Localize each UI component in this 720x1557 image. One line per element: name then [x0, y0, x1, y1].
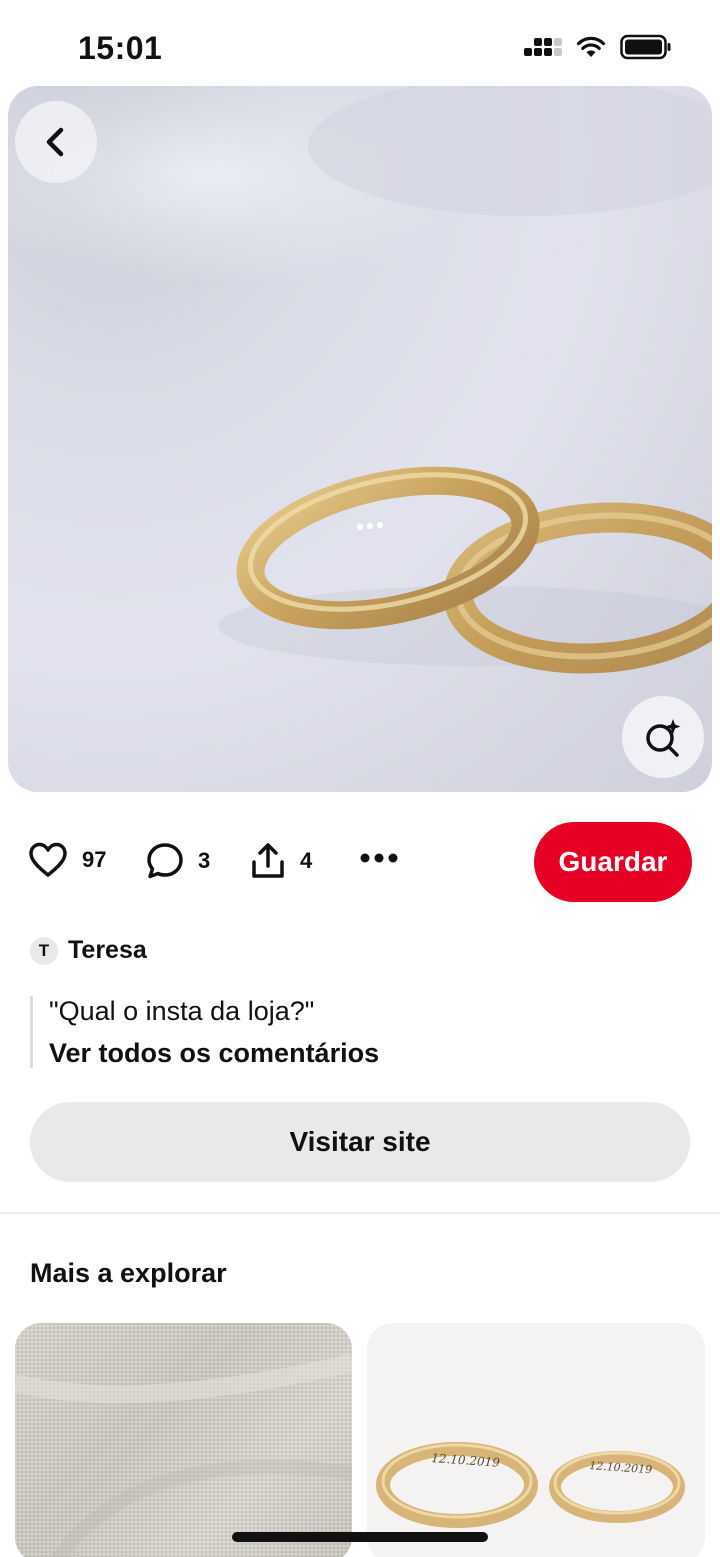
explore-card-rings[interactable]: 12.10.2019 12.10.2019	[367, 1323, 705, 1557]
status-icons	[524, 34, 672, 60]
battery-icon	[620, 34, 672, 60]
home-indicator[interactable]	[232, 1532, 488, 1542]
save-button[interactable]: Guardar	[534, 822, 692, 902]
status-bar: 15:01	[0, 0, 720, 90]
back-button[interactable]	[15, 101, 97, 183]
pin-image[interactable]	[8, 86, 712, 792]
cellular-signal-icon	[524, 38, 562, 56]
linen-texture-image	[15, 1354, 352, 1557]
comment-icon	[147, 843, 183, 879]
wifi-icon	[576, 35, 606, 59]
visual-search-icon	[646, 719, 681, 757]
pin-actions: 97 3 4 Guardar	[28, 822, 692, 902]
status-time: 15:01	[78, 30, 163, 66]
heart-icon	[29, 842, 67, 877]
back-arrow-icon	[46, 127, 64, 157]
share-icon	[252, 843, 284, 878]
like-count: 97	[82, 847, 107, 872]
more-options-button[interactable]	[360, 852, 398, 864]
comment-text: "Qual o insta da loja?"	[49, 996, 315, 1026]
comment-preview: "Qual o insta da loja?" Ver todos os com…	[30, 996, 379, 1068]
comment-count: 3	[198, 848, 211, 873]
share-action[interactable]: 4	[250, 842, 312, 880]
like-action[interactable]: 97	[28, 842, 106, 878]
comment-action[interactable]: 3	[146, 842, 210, 880]
explore-card-linen[interactable]	[15, 1323, 352, 1557]
wedding-rings-illustration	[8, 86, 712, 674]
more-to-explore-title: Mais a explorar	[30, 1258, 227, 1288]
share-count: 4	[300, 848, 313, 873]
avatar: T	[30, 936, 58, 965]
author-name: Teresa	[68, 936, 147, 964]
pin-author[interactable]: T Teresa	[30, 936, 147, 965]
more-icon	[360, 853, 398, 863]
engraved-rings-image: 12.10.2019 12.10.2019	[376, 1442, 685, 1528]
section-divider	[0, 1212, 720, 1214]
visual-search-button[interactable]	[622, 696, 704, 778]
view-all-comments-link[interactable]: Ver todos os comentários	[49, 1038, 379, 1068]
visit-site-button[interactable]: Visitar site	[30, 1102, 690, 1182]
